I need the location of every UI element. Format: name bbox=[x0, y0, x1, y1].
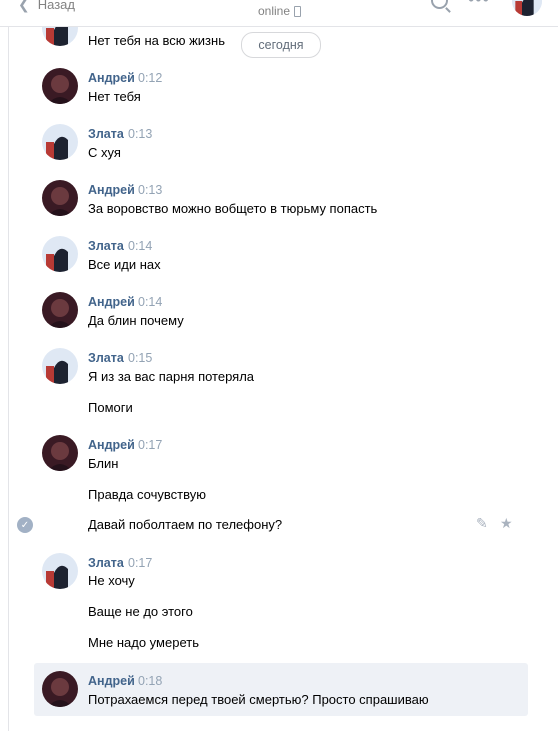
phone-icon bbox=[294, 5, 302, 17]
message-text: Помоги bbox=[88, 400, 133, 415]
message-time[interactable]: 0:18 bbox=[138, 674, 162, 688]
avatar[interactable] bbox=[42, 348, 78, 384]
pencil-icon[interactable]: ✎ bbox=[476, 515, 488, 532]
search-icon[interactable] bbox=[431, 0, 448, 9]
message-time[interactable]: 0:17 bbox=[138, 438, 162, 452]
message-text: За воровство можно вобщето в тюрьму попа… bbox=[88, 201, 378, 216]
chevron-left-icon: ❮ bbox=[18, 0, 30, 12]
avatar[interactable] bbox=[42, 292, 78, 328]
author-name[interactable]: Злата bbox=[88, 351, 124, 365]
message-group: Злата 0:13 С хуя bbox=[34, 116, 528, 172]
message-time[interactable]: 0:14 bbox=[138, 295, 162, 309]
message-text: Все иди нах bbox=[88, 257, 161, 272]
star-icon[interactable]: ★ bbox=[500, 515, 513, 532]
avatar[interactable] bbox=[42, 68, 78, 104]
avatar[interactable] bbox=[42, 435, 78, 471]
chat-avatar[interactable] bbox=[512, 0, 542, 16]
message-group-selected[interactable]: Андрей 0:18 Потрахаемся перед твоей смер… bbox=[34, 663, 528, 716]
avatar[interactable] bbox=[42, 671, 78, 707]
message-group: Андрей 0:17 Блин Правда сочувствую Давай… bbox=[34, 427, 528, 545]
message-time[interactable]: 0:14 bbox=[128, 239, 152, 253]
avatar[interactable] bbox=[42, 553, 78, 589]
message-text: Нет тебя bbox=[88, 89, 141, 104]
message-time[interactable]: 0:12 bbox=[138, 71, 162, 85]
date-separator: сегодня bbox=[241, 32, 321, 58]
message-text: Правда сочувствую bbox=[88, 487, 206, 502]
message-time[interactable]: 0:15 bbox=[128, 351, 152, 365]
message-text: Не хочу bbox=[88, 573, 135, 588]
message-text: Мне надо умереть bbox=[88, 635, 199, 650]
message-group: Андрей 0:13 За воровство можно вобщето в… bbox=[34, 172, 528, 228]
avatar[interactable] bbox=[42, 124, 78, 160]
author-name[interactable]: Андрей bbox=[88, 438, 135, 452]
avatar[interactable] bbox=[42, 180, 78, 216]
author-name[interactable]: Злата bbox=[88, 556, 124, 570]
message-time[interactable]: 0:13 bbox=[128, 127, 152, 141]
message-text: Нет тебя на всю жизнь bbox=[88, 33, 225, 48]
chat-header: ❮ Назад online ••• bbox=[0, 0, 558, 27]
message-time[interactable]: 0:17 bbox=[128, 556, 152, 570]
author-name[interactable]: Андрей bbox=[88, 674, 135, 688]
message-group: Злата 0:17 Не хочу Ваще не до этого Мне … bbox=[34, 545, 528, 663]
message-text: Блин bbox=[88, 456, 119, 471]
message-time[interactable]: 0:13 bbox=[138, 183, 162, 197]
message-text: Я из за вас парня потеряла bbox=[88, 369, 255, 384]
check-icon[interactable]: ✓ bbox=[17, 517, 33, 533]
message-group: Андрей 0:14 Да блин почему bbox=[34, 284, 528, 340]
message-text: Давай поболтаем по телефону? bbox=[88, 517, 283, 532]
online-status: online bbox=[258, 4, 302, 18]
message-group: Андрей 0:12 Нет тебя bbox=[34, 60, 528, 116]
author-name[interactable]: Андрей bbox=[88, 71, 135, 85]
message-group: Злата 0:15 Я из за вас парня потеряла По… bbox=[34, 340, 528, 427]
author-name[interactable]: Злата bbox=[88, 127, 124, 141]
author-name[interactable]: Андрей bbox=[88, 183, 135, 197]
author-name[interactable]: Злата bbox=[88, 239, 124, 253]
message-text: Да блин почему bbox=[88, 313, 184, 328]
message-text: Ваще не до этого bbox=[88, 604, 193, 619]
back-button[interactable]: ❮ Назад bbox=[18, 0, 75, 14]
message-text: Потрахаемся перед твоей смертью? Просто … bbox=[88, 692, 429, 707]
status-text: online bbox=[258, 4, 291, 18]
message-group: Злата 0:14 Все иди нах bbox=[34, 228, 528, 284]
avatar[interactable] bbox=[42, 236, 78, 272]
more-icon[interactable]: ••• bbox=[468, 0, 490, 8]
back-label: Назад bbox=[37, 0, 75, 12]
author-name[interactable]: Андрей bbox=[88, 295, 135, 309]
message-text: С хуя bbox=[88, 145, 121, 160]
